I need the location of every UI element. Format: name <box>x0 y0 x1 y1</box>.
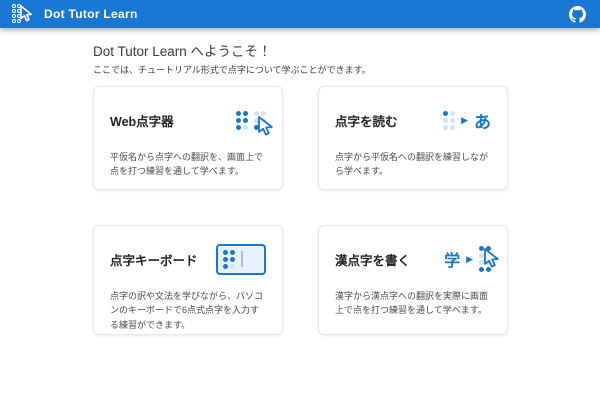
logo-cursor-icon <box>19 5 34 22</box>
arrow-right-icon: ▶ <box>461 116 468 125</box>
card-description: 点字の訳や文法を学びながら、パソコンのキーボードで6点式点字を入力する練習ができ… <box>110 289 266 332</box>
card-title: 点字を読む <box>335 111 398 130</box>
kanji-to-braille-cursor-icon: 学 ▶ <box>444 246 491 272</box>
tutorial-card-grid: Web点字器 平仮名から点字への翻訳を、画面上で点を打つ練習を通して学べます。 … <box>93 86 600 335</box>
arrow-right-icon: ▶ <box>466 255 473 264</box>
card-read-braille[interactable]: 点字を読む ▶ あ 点字から平仮名への翻訳を練習しながら学べます。 <box>318 86 508 190</box>
kanji-character: 学 <box>444 247 460 271</box>
card-web-braille-writer[interactable]: Web点字器 平仮名から点字への翻訳を、画面上で点を打つ練習を通して学べます。 <box>93 86 283 190</box>
braille-cell-icon <box>223 250 235 269</box>
braille-cells-cursor-icon <box>236 111 266 130</box>
kana-character: あ <box>474 108 491 133</box>
braille-cell-icon <box>236 111 248 130</box>
mouse-cursor-icon <box>482 248 501 269</box>
app-header: Dot Tutor Learn <box>0 0 600 28</box>
text-caret-icon <box>241 251 243 267</box>
card-title: Web点字器 <box>110 111 174 130</box>
card-braille-keyboard[interactable]: 点字キーボード 点字の訳や文法を学びながら、パソコンのキーボードで6点式点字を入… <box>93 225 283 335</box>
github-icon <box>569 6 586 23</box>
card-title: 漢点字を書く <box>335 250 410 269</box>
braille-input-box-icon <box>216 244 266 275</box>
braille-cell-icon <box>443 111 455 130</box>
card-description: 漢字から漢点字への翻訳を実際に画面上で点を打つ練習を通して学べます。 <box>335 289 491 318</box>
braille-to-kana-icon: ▶ あ <box>443 108 491 133</box>
main-content: Dot Tutor Learn へようこそ！ ここでは、チュートリアル形式で点字… <box>0 28 600 335</box>
app-logo-icon <box>12 4 34 24</box>
welcome-subheading: ここでは、チュートリアル形式で点字について学ぶことができます。 <box>93 63 600 76</box>
mouse-cursor-icon <box>256 116 275 137</box>
welcome-heading: Dot Tutor Learn へようこそ！ <box>93 40 600 60</box>
app-title: Dot Tutor Learn <box>44 7 138 21</box>
card-description: 点字から平仮名への翻訳を練習しながら学べます。 <box>335 150 491 179</box>
card-write-kanji-braille[interactable]: 漢点字を書く 学 ▶ 漢字から漢点字への翻訳を実際に画面上で点を打つ練習を通して… <box>318 225 508 335</box>
card-title: 点字キーボード <box>110 250 198 269</box>
card-description: 平仮名から点字への翻訳を、画面上で点を打つ練習を通して学べます。 <box>110 150 266 179</box>
github-button[interactable] <box>566 3 588 25</box>
